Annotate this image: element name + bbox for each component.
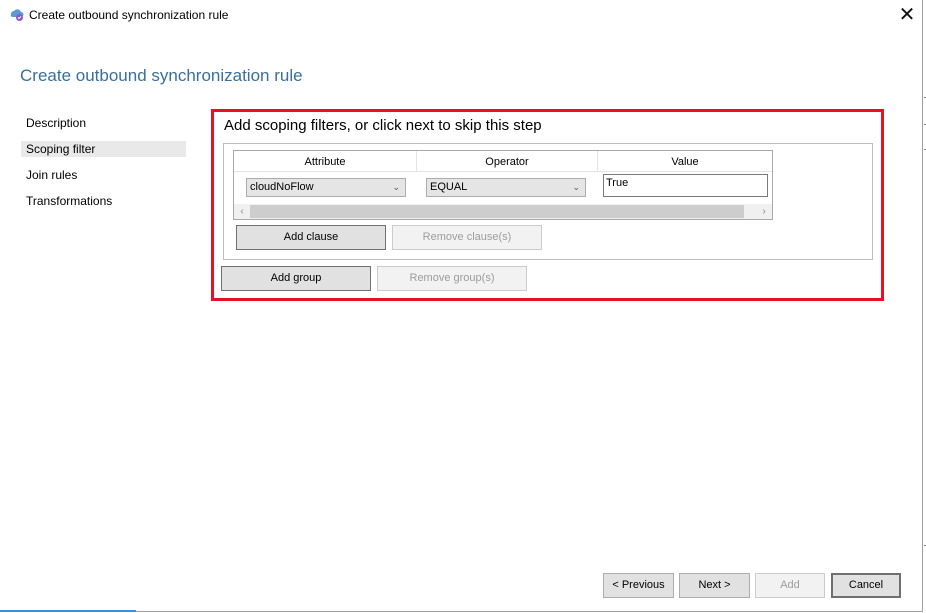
column-header-value: Value <box>671 156 699 168</box>
nav-item-scoping-filter[interactable]: Scoping filter <box>21 141 186 157</box>
remove-group-button[interactable]: Remove group(s) <box>377 266 527 291</box>
value-input[interactable]: True <box>603 174 768 197</box>
nav-item-transformations[interactable]: Transformations <box>21 193 186 209</box>
operator-dropdown[interactable]: EQUAL ⌄ <box>426 178 586 197</box>
nav-item-description[interactable]: Description <box>21 115 186 131</box>
window-title: Create outbound synchronization rule <box>29 8 229 22</box>
grid-horizontal-scrollbar[interactable]: ‹ › <box>234 204 772 219</box>
previous-button[interactable]: < Previous <box>603 573 674 598</box>
chevron-down-icon: ⌄ <box>572 182 580 192</box>
taskbar-accent <box>0 610 136 612</box>
add-button[interactable]: Add <box>755 573 825 598</box>
add-group-button[interactable]: Add group <box>221 266 371 291</box>
close-icon[interactable]: ✕ <box>892 2 922 28</box>
scrollbar-thumb[interactable] <box>250 205 744 218</box>
next-button[interactable]: Next > <box>679 573 750 598</box>
nav-item-join-rules[interactable]: Join rules <box>21 167 186 183</box>
attribute-dropdown-value: cloudNoFlow <box>250 181 314 193</box>
add-clause-button[interactable]: Add clause <box>236 225 386 250</box>
chevron-down-icon: ⌄ <box>392 182 400 192</box>
remove-clause-button[interactable]: Remove clause(s) <box>392 225 542 250</box>
step-heading: Add scoping filters, or click next to sk… <box>224 117 542 134</box>
scoping-clause-grid: Attribute Operator Value cloudNoFlow ⌄ E… <box>233 150 773 220</box>
scroll-right-icon[interactable]: › <box>756 204 772 219</box>
cancel-button[interactable]: Cancel <box>831 573 901 598</box>
dialog-window: Create outbound synchronization rule ✕ C… <box>0 0 923 612</box>
column-header-attribute: Attribute <box>234 151 417 171</box>
page-title: Create outbound synchronization rule <box>20 66 303 85</box>
scroll-left-icon[interactable]: ‹ <box>234 204 250 219</box>
grid-header: Attribute Operator Value <box>234 151 772 172</box>
attribute-dropdown[interactable]: cloudNoFlow ⌄ <box>246 178 406 197</box>
operator-dropdown-value: EQUAL <box>430 181 468 193</box>
title-bar: Create outbound synchronization rule ✕ <box>0 0 922 30</box>
sync-service-icon <box>8 6 24 22</box>
column-header-operator: Operator <box>417 151 598 171</box>
